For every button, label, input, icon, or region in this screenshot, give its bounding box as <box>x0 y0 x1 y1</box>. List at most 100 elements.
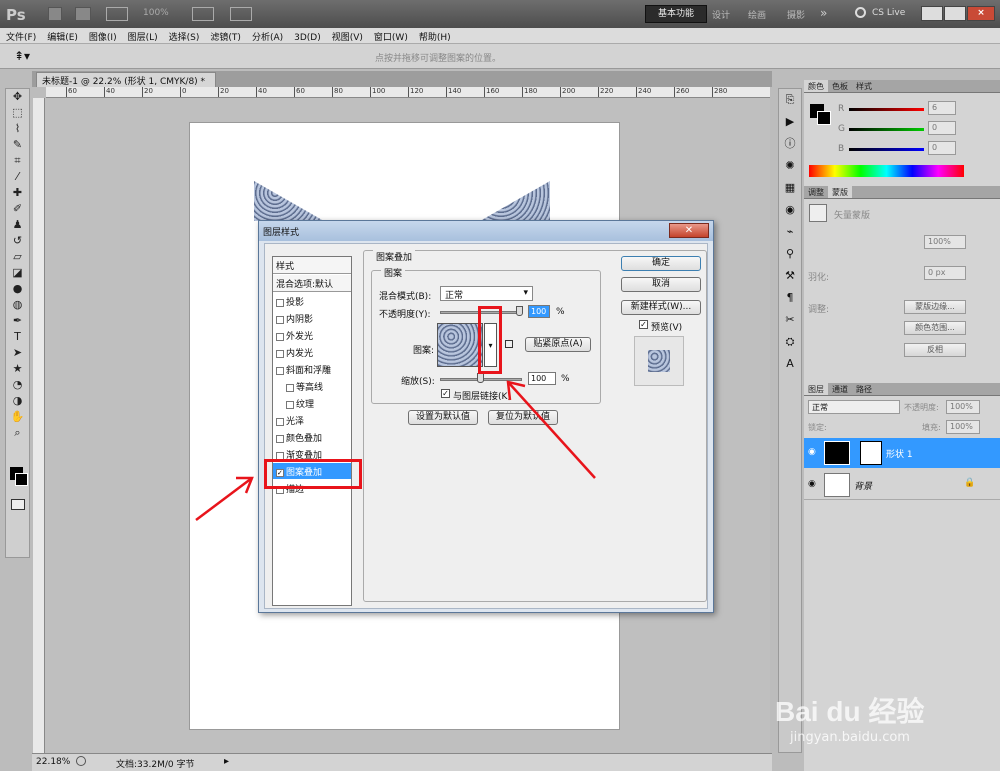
brush-tool-icon[interactable]: ✐ <box>6 201 29 217</box>
r-value[interactable]: 6 <box>928 101 956 115</box>
style-checkbox[interactable] <box>276 315 284 324</box>
minibridge-icon[interactable] <box>75 7 91 21</box>
eraser-tool-icon[interactable]: ▱ <box>6 249 29 265</box>
bridge-icon[interactable] <box>48 7 62 21</box>
menu-layer[interactable]: 图层(L) <box>122 28 163 43</box>
paragraph-panel-icon[interactable]: ¶ <box>779 287 801 309</box>
histogram-panel-icon[interactable]: ▦ <box>779 177 801 199</box>
b-value[interactable]: 0 <box>928 141 956 155</box>
3d-panel-icon[interactable]: ◉ <box>779 199 801 221</box>
density-value[interactable]: 100% <box>924 235 966 249</box>
arrange-docs-icon[interactable] <box>192 7 214 21</box>
tab-styles[interactable]: 样式 <box>852 80 876 92</box>
masks-panel-icon[interactable]: ✂ <box>779 309 801 331</box>
opacity-input[interactable]: 100 <box>528 305 550 318</box>
background-color-swatch[interactable] <box>15 473 28 486</box>
color-bg-swatch[interactable] <box>817 111 831 125</box>
shape-tool-icon[interactable]: ★ <box>6 361 29 377</box>
cancel-button[interactable]: 取消 <box>621 277 701 292</box>
new-preset-icon[interactable] <box>505 340 513 348</box>
navigator-panel-icon[interactable]: ✺ <box>779 155 801 177</box>
style-item[interactable]: 内阴影 <box>273 310 351 327</box>
layer-blend-select[interactable]: 正常 <box>808 400 900 414</box>
zoom-percentage[interactable]: 22.18% <box>36 757 70 767</box>
actions-panel-icon[interactable]: ▶ <box>779 111 801 133</box>
dialog-titlebar[interactable]: 图层样式 ✕ <box>259 221 713 241</box>
status-icon[interactable] <box>76 756 86 766</box>
style-item[interactable]: 内发光 <box>273 344 351 361</box>
minimize-button[interactable] <box>921 6 943 21</box>
dodge-tool-icon[interactable]: ◍ <box>6 297 29 313</box>
menu-analysis[interactable]: 分析(A) <box>246 28 288 43</box>
fill-value[interactable]: 100% <box>946 420 980 434</box>
eyedropper-icon[interactable]: ⁄ <box>6 169 29 185</box>
style-item[interactable]: 外发光 <box>273 327 351 344</box>
workspace-essentials[interactable]: 基本功能 <box>645 5 707 23</box>
pen-tool-icon[interactable]: ✒ <box>6 313 29 329</box>
3d-orbit-icon[interactable]: ◑ <box>6 393 29 409</box>
hand-tool-icon[interactable]: ✋ <box>6 409 29 425</box>
feather-value[interactable]: 0 px <box>924 266 966 280</box>
crop-tool-icon[interactable]: ⌗ <box>6 153 29 169</box>
ok-button[interactable]: 确定 <box>621 256 701 271</box>
blur-tool-icon[interactable]: ● <box>6 281 29 297</box>
g-slider[interactable] <box>849 128 924 131</box>
brushes-panel-icon[interactable]: ⌁ <box>779 221 801 243</box>
restore-button[interactable] <box>944 6 966 21</box>
style-checkbox[interactable] <box>276 332 284 341</box>
cslive-label[interactable]: CS Live <box>872 8 905 18</box>
bucket-tool-icon[interactable]: ◪ <box>6 265 29 281</box>
menu-edit[interactable]: 编辑(E) <box>41 28 83 43</box>
clone-source-icon[interactable]: ⚲ <box>779 243 801 265</box>
tab-layers[interactable]: 图层 <box>804 383 828 395</box>
tab-color[interactable]: 颜色 <box>804 80 828 92</box>
history-brush-icon[interactable]: ↺ <box>6 233 29 249</box>
workspace-design[interactable]: 设计 <box>712 8 730 21</box>
stamp-tool-icon[interactable]: ♟ <box>6 217 29 233</box>
tab-swatches[interactable]: 色板 <box>828 80 852 92</box>
menu-filter[interactable]: 滤镜(T) <box>204 28 246 43</box>
menu-window[interactable]: 窗口(W) <box>368 28 413 43</box>
r-slider[interactable] <box>849 108 924 111</box>
more-workspaces-icon[interactable]: » <box>820 6 827 20</box>
screen-mode-icon[interactable] <box>230 7 252 21</box>
3d-rotate-icon[interactable]: ◔ <box>6 377 29 393</box>
tab-paths[interactable]: 路径 <box>852 383 876 395</box>
blend-mode-select[interactable]: 正常 ▾ <box>440 286 533 301</box>
zoom-tool-icon[interactable]: ⌕ <box>6 425 29 441</box>
character-panel-icon[interactable]: A <box>779 353 801 375</box>
document-tab[interactable]: 未标题-1 @ 22.2% (形状 1, CMYK/8) * × <box>36 72 216 97</box>
zoom-level-box[interactable]: 100% <box>143 8 169 18</box>
window-close-icon[interactable]: × <box>967 6 995 21</box>
eye-icon[interactable]: ◉ <box>808 479 816 489</box>
new-style-button[interactable]: 新建样式(W)... <box>621 300 701 315</box>
invert-button[interactable]: 反相 <box>904 343 966 357</box>
menu-view[interactable]: 视图(V) <box>326 28 368 43</box>
style-checkbox[interactable] <box>276 349 284 358</box>
menu-select[interactable]: 选择(S) <box>163 28 205 43</box>
tab-adjustments[interactable]: 调整 <box>804 186 828 198</box>
layer-row-background[interactable]: ◉ 背景 🔒 <box>804 470 1000 500</box>
layer-name[interactable]: 形状 1 <box>886 447 913 460</box>
eye-icon[interactable]: ◉ <box>808 447 816 457</box>
styles-header[interactable]: 样式 <box>273 257 351 274</box>
close-icon[interactable]: ✕ <box>669 223 709 238</box>
layer-opacity-value[interactable]: 100% <box>946 400 980 414</box>
menu-image[interactable]: 图像(I) <box>83 28 122 43</box>
preview-checkbox[interactable]: ✓ <box>639 320 648 329</box>
color-range-button[interactable]: 颜色范围... <box>904 321 966 335</box>
lasso-tool-icon[interactable]: ⌇ <box>6 121 29 137</box>
style-item[interactable]: 投影 <box>273 293 351 310</box>
tool-presets-icon[interactable]: ⚒ <box>779 265 801 287</box>
history-panel-icon[interactable]: ⎘ <box>779 89 801 111</box>
type-tool-icon[interactable]: T <box>6 329 29 345</box>
quick-select-icon[interactable]: ✎ <box>6 137 29 153</box>
layer-row-shape1[interactable]: ◉ 形状 1 <box>804 438 1000 468</box>
menu-3d[interactable]: 3D(D) <box>288 31 326 43</box>
menu-help[interactable]: 帮助(H) <box>413 28 456 43</box>
layer-name[interactable]: 背景 <box>854 479 872 492</box>
g-value[interactable]: 0 <box>928 121 956 135</box>
snap-origin-button[interactable]: 贴紧原点(A) <box>525 337 591 352</box>
path-select-icon[interactable]: ➤ <box>6 345 29 361</box>
view-extras-icon[interactable] <box>106 7 128 21</box>
